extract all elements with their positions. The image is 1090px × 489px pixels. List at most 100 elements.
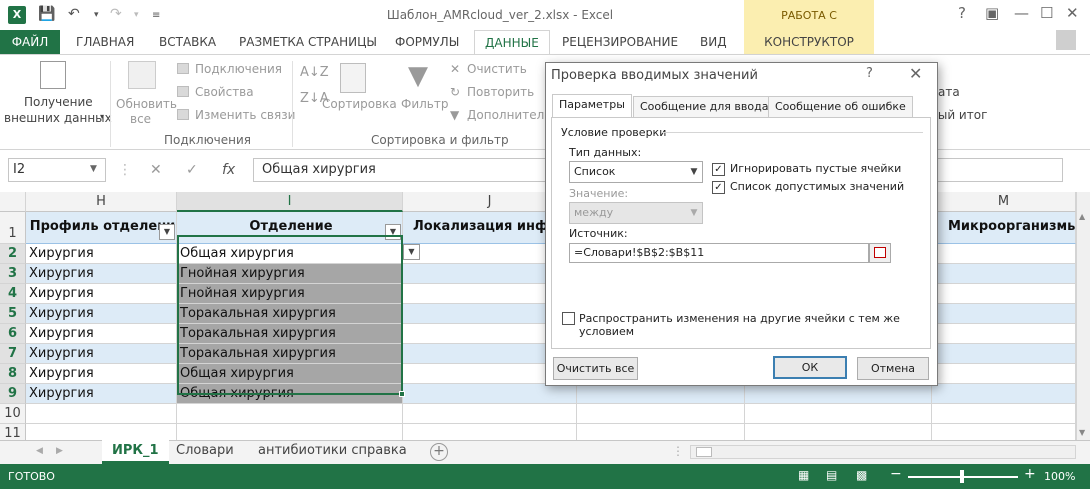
table-cell[interactable] xyxy=(932,344,1076,364)
row-header[interactable]: 1 xyxy=(0,212,26,244)
zoom-slider-thumb[interactable] xyxy=(960,470,964,483)
get-external-data-label-2[interactable]: внешних данных xyxy=(4,111,112,125)
save-icon[interactable]: 💾 xyxy=(38,6,55,22)
table-header-cell[interactable]: Отделение xyxy=(177,212,403,244)
table-cell[interactable] xyxy=(745,384,932,404)
clear-all-button[interactable]: Очистить все xyxy=(553,357,638,380)
tab-file[interactable]: ФАЙЛ xyxy=(0,30,60,54)
undo-icon[interactable]: ↶ xyxy=(68,6,80,22)
excel-logo-icon[interactable]: X xyxy=(8,6,26,24)
column-header-m[interactable]: M xyxy=(932,192,1076,212)
table-cell[interactable] xyxy=(932,384,1076,404)
sheet-nav-next-icon[interactable]: ▶ xyxy=(56,446,63,456)
active-cell[interactable]: Общая хирургия xyxy=(177,244,403,264)
tab-review[interactable]: РЕЦЕНЗИРОВАНИЕ xyxy=(562,30,678,54)
redo-dropdown-icon[interactable]: ▾ xyxy=(134,10,139,20)
table-cell[interactable]: Торакальная хирургия xyxy=(177,344,403,364)
dialog-tab-input-message[interactable]: Сообщение для ввода xyxy=(633,96,776,117)
horizontal-scrollbar[interactable] xyxy=(690,445,1076,459)
close-button[interactable]: ✕ xyxy=(1066,4,1079,22)
scroll-down-icon[interactable]: ▼ xyxy=(1079,428,1085,437)
empty-cell[interactable] xyxy=(177,404,403,424)
source-input[interactable]: =Словари!$B$2:$B$11 xyxy=(569,243,869,263)
dialog-tab-error-alert[interactable]: Сообщение об ошибке xyxy=(768,96,913,117)
outline-partial-label[interactable]: ата xyxy=(938,85,960,99)
column-header-h[interactable]: H xyxy=(26,192,177,212)
empty-cell[interactable] xyxy=(403,424,577,440)
sheet-nav-prev-icon[interactable]: ◀ xyxy=(36,446,43,456)
cancel-formula-icon[interactable]: ✕ xyxy=(150,162,162,178)
table-cell[interactable] xyxy=(577,384,745,404)
table-cell[interactable]: Хирургия xyxy=(26,244,177,264)
cancel-button[interactable]: Отмена xyxy=(857,357,929,380)
row-header[interactable]: 11 xyxy=(0,424,26,440)
row-header[interactable]: 3 xyxy=(0,264,26,284)
minimize-button[interactable]: — xyxy=(1014,4,1029,22)
table-header-cell[interactable]: Микроорганизмы xyxy=(932,212,1076,244)
row-header[interactable]: 10 xyxy=(0,404,26,424)
subtotal-partial-label[interactable]: ный итог xyxy=(930,108,987,122)
empty-cell[interactable] xyxy=(932,424,1076,440)
ignore-blank-label[interactable]: Игнорировать пустые ячейки xyxy=(730,162,901,175)
empty-cell[interactable] xyxy=(403,404,577,424)
table-cell[interactable]: Общая хирургия xyxy=(177,384,403,404)
in-cell-dropdown-label[interactable]: Список допустимых значений xyxy=(730,180,904,193)
get-external-data-label[interactable]: Получение xyxy=(24,95,93,109)
normal-view-icon[interactable]: ▦ xyxy=(798,468,809,482)
row-header[interactable]: 4 xyxy=(0,284,26,304)
edit-links-button[interactable]: Изменить связи xyxy=(195,108,295,122)
tab-design[interactable]: КОНСТРУКТОР xyxy=(744,30,874,54)
zoom-in-button[interactable]: + xyxy=(1024,466,1036,482)
clear-filter-button[interactable]: Очистить xyxy=(467,62,527,76)
get-external-data-dropdown-icon[interactable]: ▾ xyxy=(100,112,104,121)
undo-dropdown-icon[interactable]: ▾ xyxy=(94,10,99,20)
table-cell[interactable] xyxy=(932,264,1076,284)
filter-dropdown-icon[interactable]: ▼ xyxy=(159,224,175,240)
filter-button[interactable]: Фильтр xyxy=(401,97,448,111)
table-cell[interactable]: Хирургия xyxy=(26,264,177,284)
enter-formula-icon[interactable]: ✓ xyxy=(186,162,198,178)
row-header[interactable]: 9 xyxy=(0,384,26,404)
refresh-all-label[interactable]: Обновить xyxy=(116,97,177,111)
sheet-tab-irk1[interactable]: ИРК_1 xyxy=(102,440,169,464)
table-header-cell[interactable]: Профиль отделени xyxy=(26,212,177,244)
table-cell[interactable]: Хирургия xyxy=(26,324,177,344)
table-cell[interactable] xyxy=(932,364,1076,384)
table-cell[interactable]: Гнойная хирургия xyxy=(177,264,403,284)
external-data-icon[interactable] xyxy=(40,61,66,89)
row-header[interactable]: 6 xyxy=(0,324,26,344)
table-cell[interactable]: Хирургия xyxy=(26,304,177,324)
table-cell[interactable]: Общая хирургия xyxy=(177,364,403,384)
empty-cell[interactable] xyxy=(745,424,932,440)
table-cell[interactable] xyxy=(932,244,1076,264)
table-cell[interactable]: Торакальная хирургия xyxy=(177,304,403,324)
customize-toolbar-icon[interactable]: ≡ xyxy=(152,10,160,21)
empty-cell[interactable] xyxy=(577,404,745,424)
page-break-view-icon[interactable]: ▩ xyxy=(856,468,867,482)
properties-button[interactable]: Свойства xyxy=(195,85,254,99)
tab-page-layout[interactable]: РАЗМЕТКА СТРАНИЦЫ xyxy=(239,30,377,54)
horizontal-scroll-thumb[interactable] xyxy=(696,447,712,457)
filter-icon[interactable]: ▼ xyxy=(408,61,428,91)
filter-dropdown-icon[interactable]: ▼ xyxy=(385,224,401,240)
ok-button[interactable]: ОК xyxy=(773,356,847,379)
connections-button[interactable]: Подключения xyxy=(195,62,282,76)
sheet-tab-dictionaries[interactable]: Словари xyxy=(166,440,244,464)
table-cell[interactable]: Гнойная хирургия xyxy=(177,284,403,304)
apply-all-label-2[interactable]: условием xyxy=(579,325,634,338)
table-cell[interactable]: Хирургия xyxy=(26,284,177,304)
reapply-button[interactable]: Повторить xyxy=(467,85,534,99)
apply-all-checkbox[interactable] xyxy=(562,312,575,325)
row-header[interactable]: 5 xyxy=(0,304,26,324)
empty-cell[interactable] xyxy=(26,424,177,440)
data-type-select[interactable]: Список xyxy=(569,161,703,183)
row-header[interactable]: 2 xyxy=(0,244,26,264)
dialog-help-icon[interactable]: ? xyxy=(866,66,873,81)
table-cell[interactable] xyxy=(403,384,577,404)
table-cell[interactable] xyxy=(932,304,1076,324)
tab-home[interactable]: ГЛАВНАЯ xyxy=(76,30,134,54)
page-layout-view-icon[interactable]: ▤ xyxy=(826,468,837,482)
fill-handle[interactable] xyxy=(399,391,405,397)
tabs-split-icon[interactable]: ⋮ xyxy=(672,444,684,458)
tab-view[interactable]: ВИД xyxy=(700,30,727,54)
